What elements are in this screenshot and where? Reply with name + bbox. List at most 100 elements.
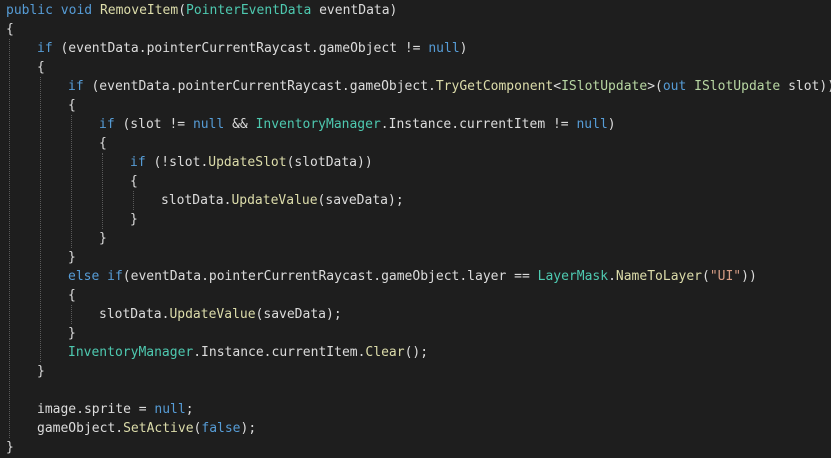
indent-guide xyxy=(102,153,103,229)
indent-guide xyxy=(71,305,72,324)
code-token: null xyxy=(428,41,460,56)
code-token: )) xyxy=(741,269,757,284)
code-token: null xyxy=(576,117,608,132)
code-token: (eventData.pointerCurrentRaycast.gameObj… xyxy=(83,79,436,94)
code-token: UpdateSlot xyxy=(208,155,287,170)
code-token: UpdateValue xyxy=(231,193,318,208)
code-token: { xyxy=(130,174,138,189)
code-line: slotData.UpdateValue(saveData); xyxy=(161,191,404,210)
code-token: else xyxy=(68,269,100,284)
code-token: if xyxy=(99,117,115,132)
code-token: ISlotUpdate xyxy=(694,79,781,94)
code-token: ISlotUpdate xyxy=(561,79,648,94)
code-line: else if(eventData.pointerCurrentRaycast.… xyxy=(68,267,757,286)
code-token: Clear xyxy=(365,345,405,360)
code-token: } xyxy=(68,326,76,341)
code-token: void xyxy=(60,3,93,18)
code-token: && xyxy=(224,117,256,132)
code-line: } xyxy=(99,229,107,248)
code-line: slotData.UpdateValue(saveData); xyxy=(99,305,342,324)
code-token: } xyxy=(37,364,45,379)
code-line: if (!slot.UpdateSlot(slotData)) xyxy=(130,153,373,172)
code-line: } xyxy=(68,324,76,343)
indent-guide xyxy=(133,191,134,210)
code-token: { xyxy=(37,60,45,75)
code-token: >( xyxy=(647,79,663,94)
code-token: if xyxy=(68,79,84,94)
code-token: InventoryManager xyxy=(68,345,194,360)
code-token: public xyxy=(6,3,53,18)
code-token: ; xyxy=(185,402,194,417)
code-token: ) xyxy=(607,117,616,132)
code-token: (eventData.pointerCurrentRaycast.gameObj… xyxy=(52,41,429,56)
code-token: slotData. xyxy=(161,193,232,208)
code-token: TryGetComponent xyxy=(435,79,554,94)
code-editor[interactable]: public void RemoveItem(PointerEventData … xyxy=(0,0,831,458)
code-token: false xyxy=(201,421,241,436)
code-token: (saveData); xyxy=(255,307,342,322)
code-token: .Instance.currentItem. xyxy=(193,345,366,360)
code-token: { xyxy=(68,288,76,303)
code-line: } xyxy=(68,248,76,267)
code-token: UpdateValue xyxy=(169,307,256,322)
code-token: "UI" xyxy=(709,269,742,284)
code-token: slot)) xyxy=(780,79,831,94)
code-token: (slot != xyxy=(114,117,193,132)
code-line: public void RemoveItem(PointerEventData … xyxy=(6,1,397,20)
code-line: { xyxy=(37,58,45,77)
code-token: eventData) xyxy=(311,3,398,18)
code-token: InventoryManager xyxy=(255,117,381,132)
code-line: { xyxy=(130,172,138,191)
code-token: slotData. xyxy=(99,307,170,322)
code-token: (slotData)) xyxy=(286,155,373,170)
code-line: if (eventData.pointerCurrentRaycast.game… xyxy=(37,39,467,58)
code-token: (saveData); xyxy=(317,193,404,208)
code-token: (); xyxy=(404,345,429,360)
code-line: if (eventData.pointerCurrentRaycast.game… xyxy=(68,77,831,96)
code-line: if (slot != null && InventoryManager.Ins… xyxy=(99,115,616,134)
code-token: ( xyxy=(702,269,710,284)
code-token: } xyxy=(68,250,76,265)
code-token: out xyxy=(662,79,687,94)
code-token: image.sprite = xyxy=(37,402,155,417)
code-token: < xyxy=(553,79,562,94)
code-token: null xyxy=(192,117,225,132)
code-token: { xyxy=(99,136,107,151)
code-line: } xyxy=(6,438,14,457)
indent-guide xyxy=(9,39,10,438)
code-token: } xyxy=(99,231,107,246)
code-token: SetActive xyxy=(123,421,194,436)
code-token: if xyxy=(130,155,146,170)
code-line: { xyxy=(6,20,14,39)
code-line: } xyxy=(37,362,45,381)
code-line: gameObject.SetActive(false); xyxy=(37,419,256,438)
code-token: gameObject. xyxy=(37,421,124,436)
code-token: (!slot. xyxy=(145,155,209,170)
code-line: image.sprite = null; xyxy=(37,400,194,419)
code-token: { xyxy=(6,22,14,37)
code-token: LayerMask xyxy=(537,269,609,284)
code-token: } xyxy=(6,440,14,455)
code-token: ( xyxy=(178,3,187,18)
code-token: RemoveItem xyxy=(99,3,179,18)
code-token: null xyxy=(154,402,186,417)
code-token: NameToLayer xyxy=(615,269,702,284)
code-token: if xyxy=(37,41,53,56)
code-line: { xyxy=(68,96,76,115)
code-line: { xyxy=(68,286,76,305)
code-token: . xyxy=(608,269,616,284)
code-token: (eventData.pointerCurrentRaycast.gameObj… xyxy=(122,269,538,284)
code-token: } xyxy=(130,212,138,227)
code-line: } xyxy=(130,210,138,229)
code-token: if xyxy=(107,269,123,284)
code-token: ) xyxy=(459,41,468,56)
code-line: { xyxy=(99,134,107,153)
code-line: InventoryManager.Instance.currentItem.Cl… xyxy=(68,343,428,362)
code-token: { xyxy=(68,98,76,113)
indent-guide xyxy=(40,77,41,362)
indent-guide xyxy=(71,115,72,248)
